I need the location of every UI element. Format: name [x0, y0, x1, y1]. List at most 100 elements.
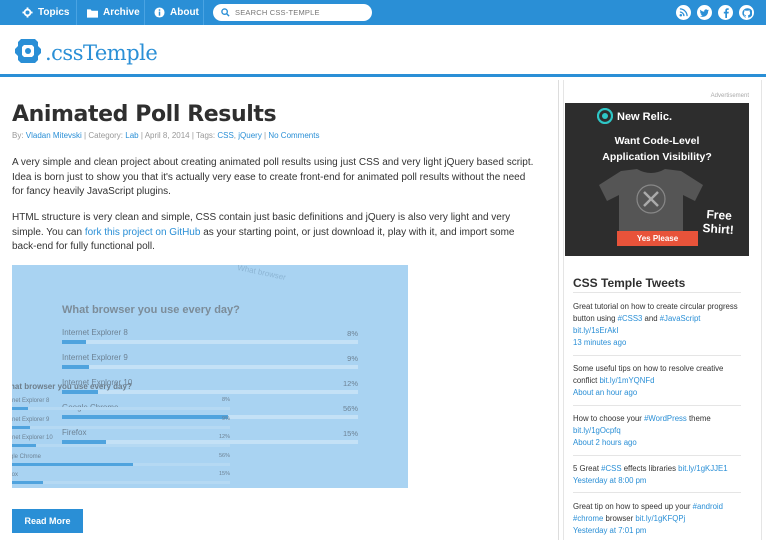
tweet-link[interactable]: bit.ly/1gKJJE1 [678, 464, 727, 473]
tweet-hashtag[interactable]: #JavaScript [660, 314, 701, 323]
poll-option-track [62, 340, 358, 344]
tag-css-link[interactable]: CSS [217, 131, 233, 140]
ad-free-shirt: Free Shirt! [702, 207, 735, 237]
tweets-title: CSS Temple Tweets [573, 276, 686, 290]
tweet-divider [573, 405, 741, 406]
nav-topics-label: Topics [38, 7, 70, 18]
tshirt-image-icon [599, 169, 703, 231]
poll-small-option-bar [12, 481, 43, 484]
tweet-hashtag[interactable]: #chrome [573, 514, 603, 523]
logo-icon[interactable] [13, 36, 43, 71]
poll-small-option-percent: 56% [218, 452, 230, 459]
tweet-time[interactable]: Yesterday at 7:01 pm [573, 525, 745, 537]
nav-divider [76, 0, 77, 25]
nav-divider [203, 0, 204, 25]
poll-option-label: Firefox [62, 428, 87, 437]
author-link[interactable]: Vladan Mitevski [26, 131, 82, 140]
nav-topics[interactable]: Topics [22, 0, 69, 25]
tweet-hashtag[interactable]: #WordPress [644, 414, 687, 423]
search-input[interactable] [235, 8, 365, 17]
search-box [213, 4, 372, 21]
poll-small-option-bar [12, 462, 133, 466]
poll-small-option-percent: 9% [222, 415, 230, 422]
poll-small-option-percent: 12% [218, 434, 230, 440]
meta-category-label: | Category: [81, 131, 126, 140]
ad-label: Advertisement [710, 93, 749, 99]
post-title[interactable]: Animated Poll Results [12, 102, 277, 127]
poll-option-bar [62, 365, 89, 369]
advertisement-banner[interactable]: New Relic. Want Code-Level Application V… [565, 103, 749, 256]
poll-option-percent: 8% [347, 329, 358, 338]
poll-small-option-bar [12, 444, 36, 447]
ad-free-line2: Shirt! [702, 220, 735, 238]
tweet-text: theme [686, 414, 711, 423]
poll-small-option-track [12, 481, 230, 484]
poll-question: What browser you use every day? [62, 304, 240, 316]
ad-yes-please-button[interactable]: Yes Please [617, 231, 698, 246]
post-paragraph-1: A very simple and clean project about cr… [12, 157, 534, 197]
ad-headline-1: Want Code-Level [614, 135, 700, 147]
read-more-button[interactable]: Read More [12, 509, 83, 533]
tweet-divider [573, 492, 741, 493]
poll-small-option-track [12, 444, 230, 447]
poll-option-percent: 56% [342, 404, 358, 413]
poll-small-option-track [12, 407, 230, 410]
poll-option-percent: 9% [347, 354, 358, 363]
tweet-item: Some useful tips on how to resolve creat… [573, 363, 745, 399]
tweet-item: How to choose your #WordPress theme bit.l… [573, 413, 745, 449]
tweet-hashtag[interactable]: #android [693, 502, 723, 511]
tweet-link[interactable]: bit.ly/1sErAkI [573, 326, 619, 335]
poll-small-option-label: fox [12, 472, 19, 478]
gear-icon [22, 7, 33, 18]
poll-option-percent: 12% [342, 379, 358, 388]
github-icon[interactable] [739, 5, 754, 20]
poll-ghost-title: What browser [236, 265, 287, 283]
poll-results-image[interactable]: What browser What browser you use every … [12, 265, 408, 488]
category-link[interactable]: Lab [125, 131, 138, 140]
new-relic-logo-icon [597, 108, 613, 124]
poll-small-option-percent: 15% [218, 471, 230, 477]
poll-small-option-label: rnet Explorer 9 [12, 416, 50, 423]
tweet-text: Great tip on how to speed up your [573, 502, 693, 511]
tweet-item: 5 Great #CSS effects libraries bit.ly/1g… [573, 463, 745, 487]
twitter-icon[interactable] [697, 5, 712, 20]
tweet-time[interactable]: About an hour ago [573, 387, 745, 399]
tweet-hashtag[interactable]: #CSS [601, 464, 621, 473]
poll-small-option-label: rnet Explorer 8 [12, 398, 50, 404]
tweet-item: Great tutorial on how to create circular… [573, 301, 745, 349]
ad-brand: New Relic. [617, 111, 673, 123]
top-navigation-bar: Topics Archive About [0, 0, 766, 25]
tweet-divider [573, 455, 741, 456]
tweet-text: 5 Great [573, 464, 602, 473]
comments-link[interactable]: No Comments [268, 131, 319, 140]
ad-headline-2: Application Visibility? [602, 151, 712, 163]
post-paragraph-2: HTML structure is very clean and simple,… [12, 211, 537, 255]
nav-about[interactable]: About [154, 0, 199, 25]
tweet-link[interactable]: bit.ly/1mYQNFd [599, 376, 654, 385]
tag-jquery-link[interactable]: jQuery [238, 131, 262, 140]
tweets-divider [573, 292, 741, 293]
tweet-time[interactable]: 13 minutes ago [573, 337, 745, 349]
tweet-time[interactable]: Yesterday at 8:00 pm [573, 475, 745, 487]
tweet-link[interactable]: bit.ly/1gOcpfq [573, 426, 621, 435]
tweet-text: and [642, 314, 660, 323]
nav-archive[interactable]: Archive [87, 0, 140, 25]
site-logo[interactable]: .cssTemple [45, 41, 158, 65]
github-fork-link[interactable]: fork this project on GitHub [85, 227, 201, 238]
search-icon [221, 4, 230, 22]
tweet-time[interactable]: About 2 hours ago [573, 437, 745, 449]
poll-option-bar [62, 340, 86, 344]
folder-icon [87, 7, 98, 18]
tweet-divider [573, 355, 741, 356]
poll-small-option-percent: 8% [222, 397, 230, 403]
tweet-link[interactable]: bit.ly/1gKFQPj [635, 514, 685, 523]
poll-option-label: Internet Explorer 8 [62, 328, 128, 337]
tweet-hashtag[interactable]: #CSS3 [618, 314, 643, 323]
facebook-icon[interactable] [718, 5, 733, 20]
rss-icon[interactable] [676, 5, 691, 20]
post-meta: By: Vladan Mitevski | Category: Lab | Ap… [12, 131, 319, 140]
site-header: .cssTemple [0, 25, 766, 77]
tweet-item: Great tip on how to speed up your #andro… [573, 501, 745, 537]
nav-divider [144, 0, 145, 25]
tweet-text: How to choose your [573, 414, 645, 423]
